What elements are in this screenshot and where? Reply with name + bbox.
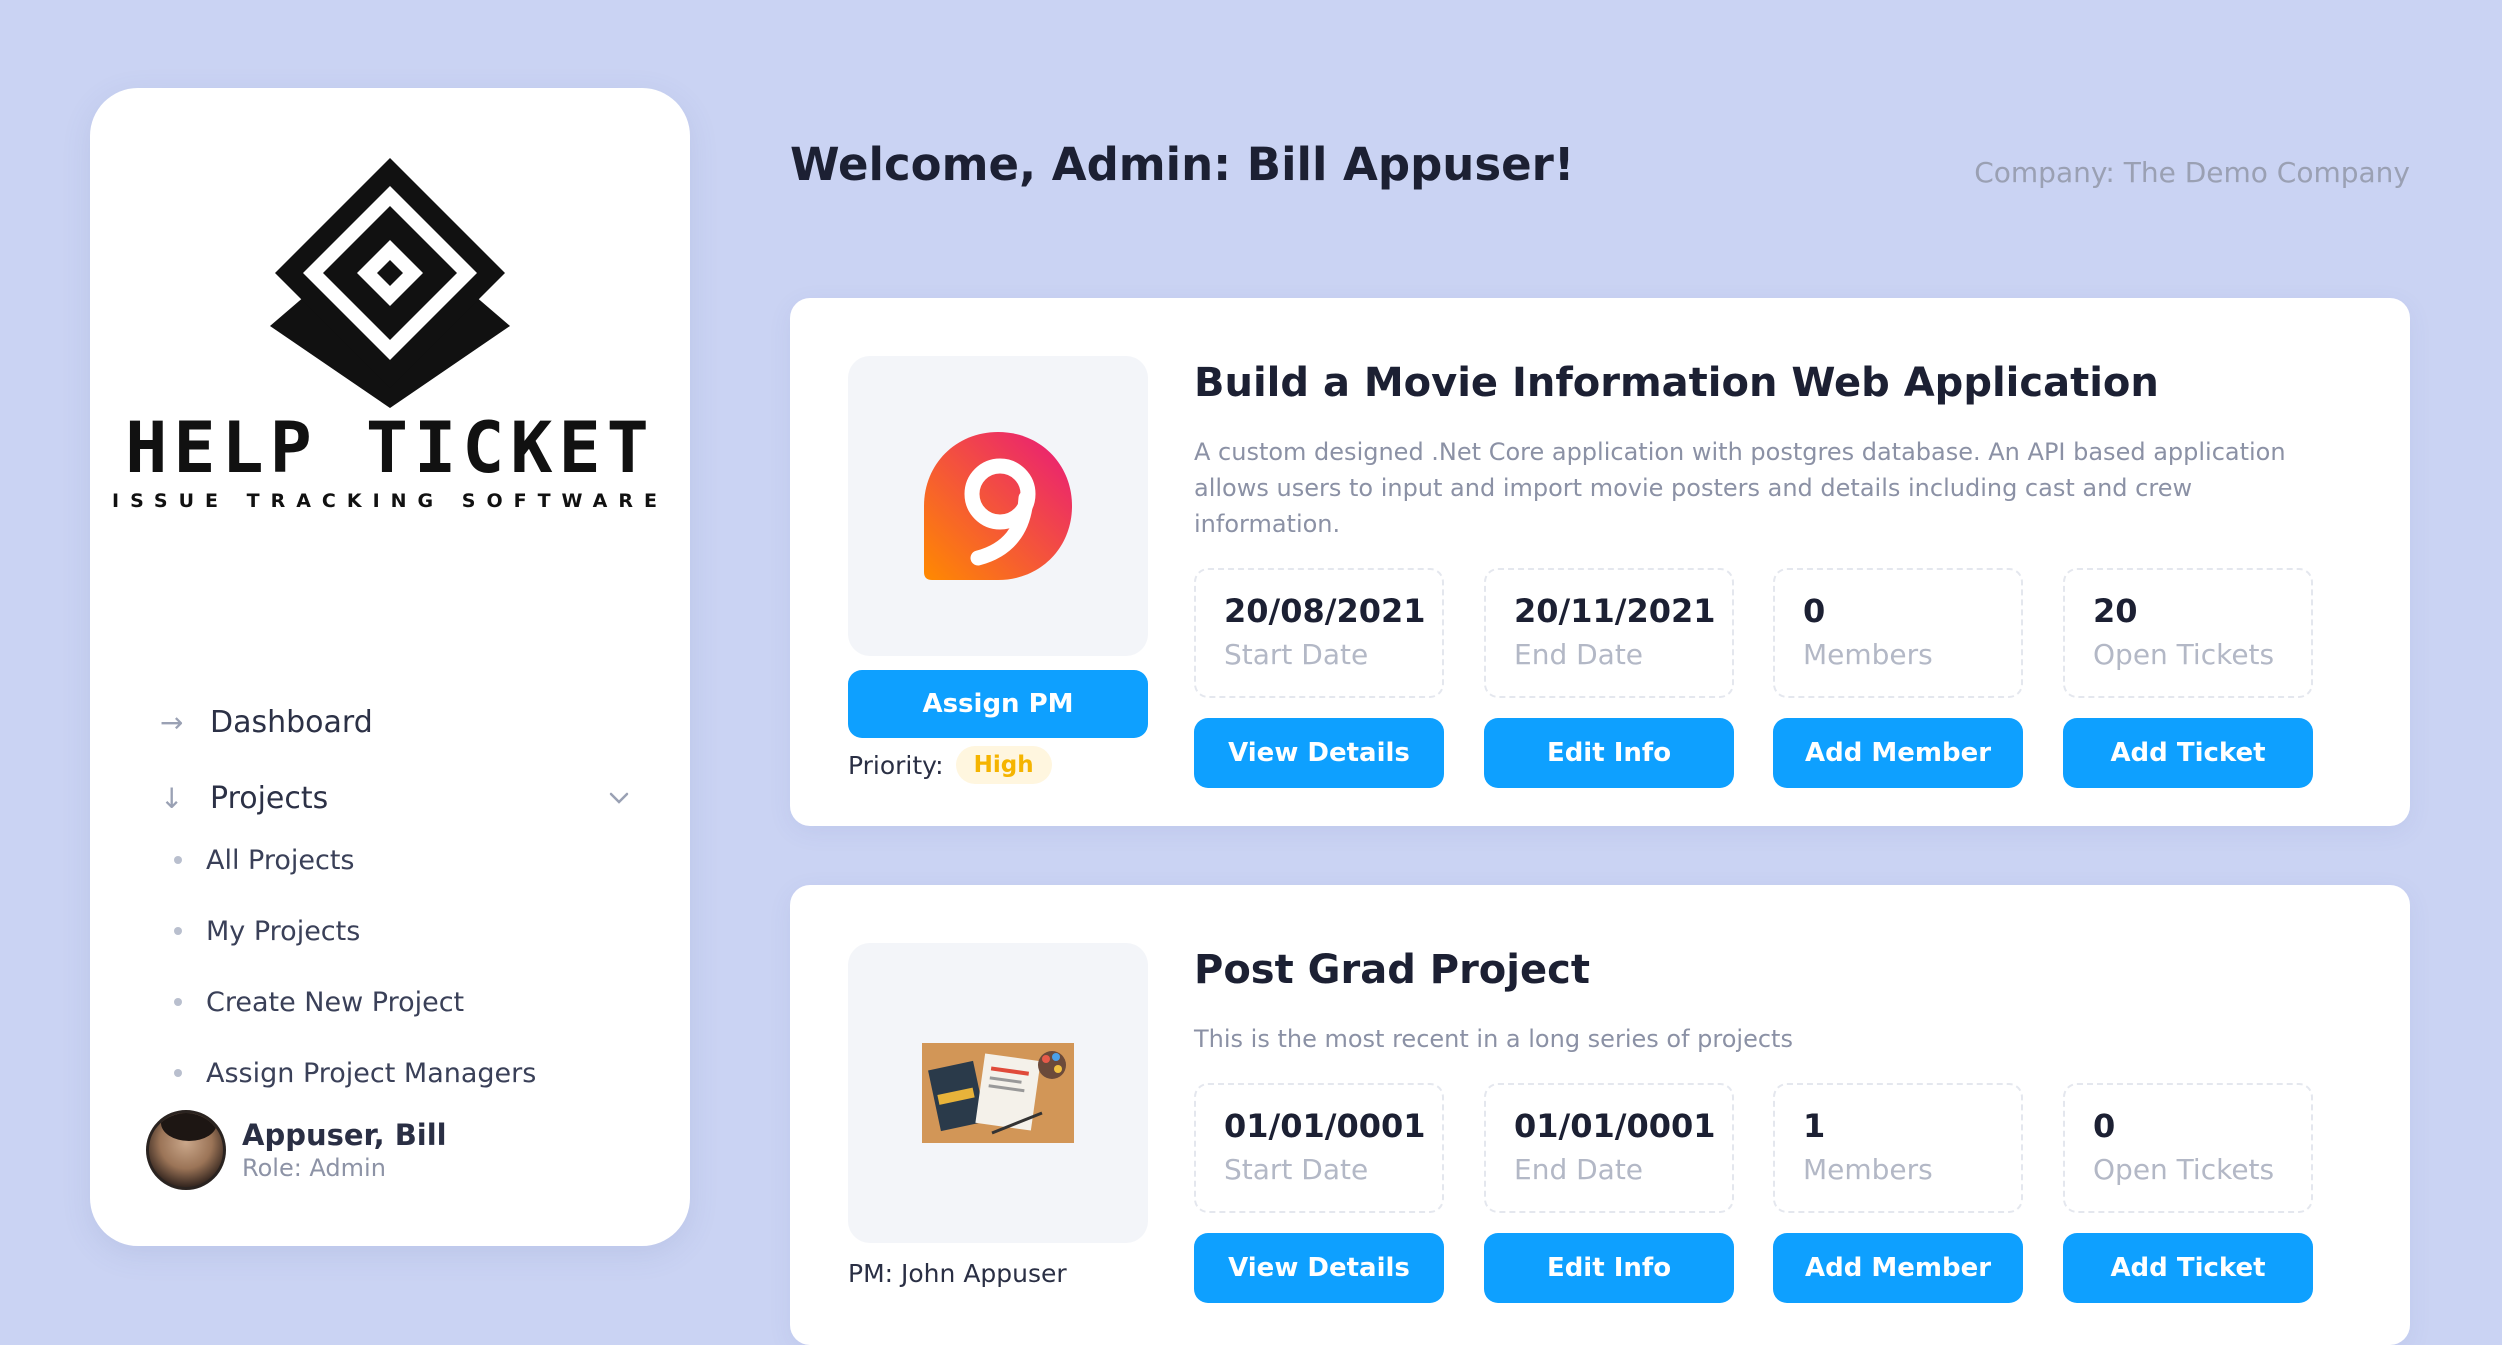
view-details-button[interactable]: View Details [1194,1233,1444,1303]
project-card: Assign PM Priority: High Build a Movie I… [790,298,2410,826]
stat-value: 20/08/2021 [1224,592,1426,630]
project-title[interactable]: Post Grad Project [1194,947,1590,993]
priority-row: Priority: High [848,746,1052,784]
stat-value: 20 [2093,592,2138,630]
app-logo-icon [924,432,1072,580]
user-profile[interactable]: Appuser, Bill Role: Admin [146,1110,447,1190]
chevron-down-icon[interactable] [608,791,630,805]
brand-name: HELP TICKET [125,407,655,489]
sidebar-subitem-label: All Projects [206,844,355,876]
avatar [146,1110,226,1190]
add-ticket-button[interactable]: Add Ticket [2063,1233,2313,1303]
sidebar-subitem-label: Create New Project [206,986,465,1018]
stat-value: 01/01/0001 [1514,1107,1716,1145]
view-details-button[interactable]: View Details [1194,718,1444,788]
user-info: Appuser, Bill Role: Admin [242,1118,447,1182]
bullet-icon [174,998,182,1006]
add-member-button[interactable]: Add Member [1773,1233,2023,1303]
stat-end-date: 01/01/0001 End Date [1484,1083,1734,1213]
stat-members: 0 Members [1773,568,2023,698]
stat-members: 1 Members [1773,1083,2023,1213]
add-ticket-button[interactable]: Add Ticket [2063,718,2313,788]
project-manager: PM: John Appuser [848,1259,1067,1288]
stat-value: 0 [2093,1107,2116,1145]
assign-pm-button[interactable]: Assign PM [848,670,1148,738]
sidebar-subitem-my-projects[interactable]: My Projects [160,911,630,951]
edit-info-button[interactable]: Edit Info [1484,1233,1734,1303]
stat-label: Members [1803,1153,1933,1186]
priority-label: Priority: [848,750,944,780]
help-ticket-logo [270,158,510,408]
project-title[interactable]: Build a Movie Information Web Applicatio… [1194,360,2159,406]
stat-end-date: 20/11/2021 End Date [1484,568,1734,698]
stat-label: Members [1803,638,1933,671]
stat-label: Open Tickets [2093,1153,2275,1186]
bullet-icon [174,856,182,864]
sidebar-subitem-assign-project-managers[interactable]: Assign Project Managers [160,1053,630,1093]
bullet-icon [174,927,182,935]
bullet-icon [174,1069,182,1077]
brand-tagline: ISSUE TRACKING SOFTWARE [112,490,668,512]
sidebar-nav: → Dashboard ↓ Projects All Projects My P… [160,700,630,1124]
stat-value: 20/11/2021 [1514,592,1716,630]
stat-value: 0 [1803,592,1826,630]
stat-label: Open Tickets [2093,638,2275,671]
stat-label: End Date [1514,638,1644,671]
user-name: Appuser, Bill [242,1118,447,1152]
edit-info-button[interactable]: Edit Info [1484,718,1734,788]
sidebar-item-label: Projects [210,780,329,816]
stat-open-tickets: 0 Open Tickets [2063,1083,2313,1213]
arrow-down-icon: ↓ [160,781,184,815]
stat-label: Start Date [1224,638,1369,671]
brand[interactable]: HELP TICKET ISSUE TRACKING SOFTWARE [90,158,690,512]
projects-submenu: All Projects My Projects Create New Proj… [160,840,630,1093]
project-image [848,943,1148,1243]
project-description: A custom designed .Net Core application … [1194,438,2286,538]
stat-value: 1 [1803,1107,1826,1145]
priority-badge: High [955,746,1052,784]
add-member-button[interactable]: Add Member [1773,718,2023,788]
sidebar-item-label: Dashboard [210,704,373,740]
sidebar-subitem-all-projects[interactable]: All Projects [160,840,630,880]
sidebar-item-dashboard[interactable]: → Dashboard [160,700,630,744]
stat-open-tickets: 20 Open Tickets [2063,568,2313,698]
page-title: Welcome, Admin: Bill Appuser! [790,138,1575,191]
user-role: Role: Admin [242,1154,386,1182]
sidebar-subitem-create-new-project[interactable]: Create New Project [160,982,630,1022]
stat-start-date: 20/08/2021 Start Date [1194,568,1444,698]
project-description: This is the most recent in a long series… [1194,1025,1793,1053]
sidebar: HELP TICKET ISSUE TRACKING SOFTWARE → Da… [90,88,690,1246]
arrow-right-icon: → [160,705,184,739]
project-image [848,356,1148,656]
stat-value: 01/01/0001 [1224,1107,1426,1145]
sidebar-subitem-label: My Projects [206,915,361,947]
project-card: PM: John Appuser Post Grad Project This … [790,885,2410,1345]
stat-start-date: 01/01/0001 Start Date [1194,1083,1444,1213]
sidebar-item-projects[interactable]: ↓ Projects [160,776,630,820]
project-photo [922,1043,1074,1143]
stat-label: Start Date [1224,1153,1369,1186]
company-label: Company: The Demo Company [1974,156,2410,189]
sidebar-subitem-label: Assign Project Managers [206,1057,537,1089]
stat-label: End Date [1514,1153,1644,1186]
